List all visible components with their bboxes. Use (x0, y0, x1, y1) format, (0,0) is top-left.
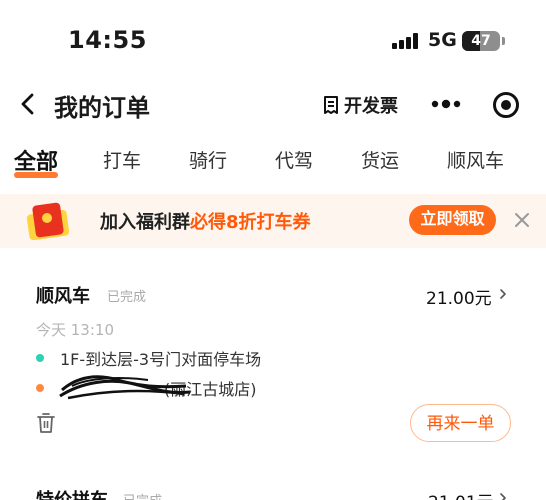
invoice-button[interactable]: 开发票 (322, 92, 398, 118)
tab-taxi[interactable]: 打车 (103, 146, 141, 173)
order-status: 已完成 (107, 290, 147, 305)
chevron-right-icon[interactable] (497, 288, 509, 300)
battery-icon: 47 (462, 31, 500, 51)
pickup-dot-icon (36, 354, 44, 362)
pickup-location: 1F-到达层-3号门对面停车场 (36, 346, 261, 370)
claim-button[interactable]: 立即领取 (409, 205, 496, 235)
order-status: 已完成 (123, 490, 162, 500)
close-icon[interactable] (512, 210, 532, 230)
status-time: 14:55 (68, 26, 147, 54)
red-envelope-icon (26, 202, 70, 241)
tab-designated-driver[interactable]: 代驾 (275, 146, 313, 173)
promo-text-highlight: 必得8折打车券 (190, 212, 311, 233)
tab-cycling[interactable]: 骑行 (189, 146, 227, 173)
signal-icon (392, 33, 420, 49)
category-tabs: 全部 打车 骑行 代驾 货运 顺风车 (0, 146, 546, 182)
reorder-button[interactable]: 再来一单 (410, 404, 511, 442)
promo-banner[interactable]: 加入福利群必得8折打车券 立即领取 (0, 194, 546, 248)
more-options-icon[interactable] (430, 96, 462, 112)
order-price: 21.00元 (426, 289, 492, 309)
invoice-icon (324, 96, 338, 114)
order-type: 顺风车 (36, 286, 90, 307)
back-arrow-icon[interactable] (14, 90, 42, 118)
chevron-right-icon[interactable] (497, 492, 509, 500)
dropoff-dot-icon (36, 384, 44, 392)
order-type: 特价拼车 (36, 486, 108, 500)
invoice-label: 开发票 (344, 96, 398, 117)
redaction-scribble (59, 375, 191, 400)
miniapp-close-icon[interactable] (493, 92, 519, 118)
battery-tip (502, 37, 505, 45)
battery-level: 47 (471, 33, 491, 49)
promo-text: 加入福利群必得8折打车券 (100, 208, 311, 234)
order-time: 今天 13:10 (36, 321, 114, 339)
tab-freight[interactable]: 货运 (361, 146, 399, 173)
promo-text-plain: 加入福利群 (100, 212, 190, 233)
page-title: 我的订单 (54, 94, 150, 122)
network-type: 5G (428, 29, 457, 51)
tab-carpool[interactable]: 顺风车 (447, 146, 504, 173)
trash-icon[interactable] (36, 412, 56, 434)
tab-all[interactable]: 全部 (14, 144, 58, 176)
pickup-address: 1F-到达层-3号门对面停车场 (60, 350, 262, 369)
order-price: 21.01元 (428, 488, 494, 500)
status-bar: 14:55 5G 47 (0, 0, 546, 80)
